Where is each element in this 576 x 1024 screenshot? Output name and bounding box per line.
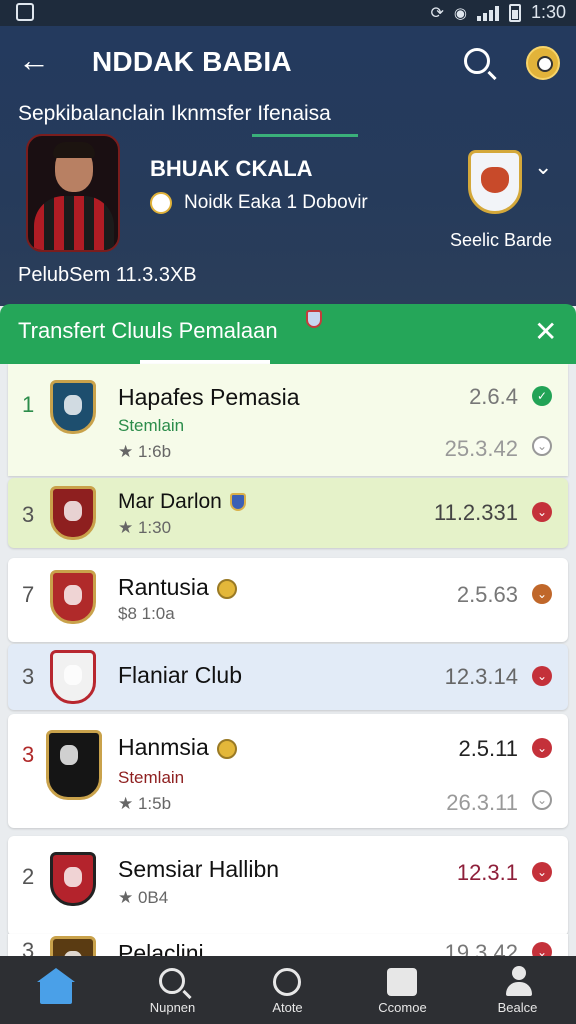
nav-item-profile[interactable]: Bealce <box>460 956 575 1024</box>
status-time: 1:30 <box>530 2 566 22</box>
value-secondary: 26.3.11 <box>446 790 518 815</box>
player-club: Noidk Eaka 1 Dobovir <box>184 192 368 213</box>
club-name: Flaniar Club <box>118 662 242 688</box>
player-photo <box>26 134 120 252</box>
club-meta: ★ 0B4 <box>118 888 169 907</box>
value-secondary: 25.3.42 <box>444 436 518 461</box>
list-item[interactable]: 2 Semsiar Hallibn ★ 0B4 12.3.1 ⌄ <box>8 836 568 936</box>
club-name: Rantusia <box>118 574 237 601</box>
rank: 3 <box>22 742 35 767</box>
club-meta: ★ 1:5b <box>118 794 172 813</box>
search-icon <box>159 968 185 994</box>
club-ball-icon[interactable] <box>526 46 560 80</box>
value-primary: 2.5.63 <box>456 582 518 607</box>
list-item[interactable]: 1 Hapafes Pemasia Stemlain ★ 1:6b 2.6.4 … <box>8 364 568 476</box>
nav-label: Nupnen <box>149 1000 196 1015</box>
club-subtitle: Stemlain <box>118 768 185 787</box>
rank: 2 <box>22 864 35 889</box>
user-icon <box>504 966 532 998</box>
club-crest-icon <box>50 380 96 434</box>
list-item[interactable]: 7 Rantusia $8 1:0a 2.5.63 ⌄ <box>8 558 568 642</box>
back-arrow-icon[interactable]: ← <box>18 44 50 76</box>
club-crest-icon <box>46 730 102 800</box>
club-name: Semsiar Hallibn <box>118 856 280 882</box>
bottom-nav: Nupnen Atote Ccomoe Bealce <box>0 956 576 1024</box>
value-primary: 2.6.4 <box>469 384 518 409</box>
club-meta: ★ 1:6b <box>118 442 172 461</box>
nav-item-search[interactable]: Nupnen <box>115 956 230 1024</box>
sync-icon: ⟳ <box>430 4 444 22</box>
page-title: NDDAK BABIA <box>92 46 292 77</box>
subtitle-underline <box>252 134 358 137</box>
rank: 3 <box>22 664 35 689</box>
transfer-clubs-sheet-header: Transfert Cluuls Pemalaan ✕ <box>0 304 576 364</box>
value-primary: 12.3.1 <box>456 860 518 885</box>
close-icon[interactable]: ✕ <box>534 318 557 346</box>
value-primary: 11.2.331 <box>433 500 518 525</box>
club-crest-icon <box>50 486 96 540</box>
check-icon[interactable]: ✓ <box>532 386 552 406</box>
notification-icon <box>16 3 34 21</box>
chevron-down-icon[interactable]: ⌄ <box>532 436 552 456</box>
chevron-down-icon[interactable]: ⌄ <box>532 738 552 758</box>
chat-icon <box>273 968 301 996</box>
club-meta: ★ 1:30 <box>118 518 172 537</box>
club-name: Hanmsia <box>118 734 237 761</box>
chevron-down-icon[interactable]: ⌄ <box>532 862 552 882</box>
sheet-title: Transfert Cluuls Pemalaan <box>18 318 278 343</box>
status-bar: ⟳ ◉ 1:30 <box>0 0 576 26</box>
club-meta: $8 1:0a <box>118 604 175 623</box>
header-subtitle: Sepkibalanclain Iknmsfer Ifenaisa <box>18 102 331 125</box>
nav-item-chat[interactable]: Atote <box>230 956 345 1024</box>
signal-icon <box>476 5 499 21</box>
box-icon <box>387 968 417 996</box>
player-club-icon <box>150 192 172 214</box>
chevron-down-icon[interactable]: ⌄ <box>532 790 552 810</box>
small-crest-icon <box>229 493 246 512</box>
club-name: Hapafes Pemasia <box>118 384 300 410</box>
club-crest-icon <box>50 650 96 704</box>
player-price: PelubSem 11.3.3XB <box>18 264 197 286</box>
value-primary: 12.3.14 <box>444 664 518 689</box>
battery-icon <box>508 3 521 22</box>
nav-item-home[interactable] <box>0 956 115 1024</box>
search-icon[interactable] <box>464 48 490 74</box>
chevron-down-icon[interactable]: ⌄ <box>532 502 552 522</box>
value-primary: 2.5.11 <box>458 736 518 761</box>
nav-label: Atote <box>272 1000 303 1015</box>
nav-label: Bealce <box>497 1000 538 1015</box>
destination-crest[interactable] <box>468 150 522 214</box>
chevron-down-icon[interactable]: ⌄ <box>532 666 552 686</box>
wifi-icon: ◉ <box>453 4 467 22</box>
club-ball-icon <box>216 578 237 599</box>
nav-label: Ccomoe <box>378 1000 427 1015</box>
club-crest-icon <box>50 570 96 624</box>
list-item[interactable]: 3 Flaniar Club 12.3.14 ⌄ <box>8 644 568 710</box>
destination-club-name: Seelic Barde <box>450 230 553 250</box>
club-name: Mar Darlon <box>118 490 246 514</box>
club-ball-icon <box>216 738 237 759</box>
home-icon <box>37 968 75 1004</box>
list-item[interactable]: 3 Mar Darlon ★ 1:30 11.2.331 ⌄ <box>8 478 568 548</box>
chevron-down-icon[interactable]: ⌄ <box>534 154 552 180</box>
header: ← NDDAK BABIA Sepkibalanclain Iknmsfer I… <box>0 26 576 306</box>
player-name: BHUAK CKALA <box>150 156 313 181</box>
rank: 1 <box>22 392 35 417</box>
club-subtitle: Stemlain <box>118 416 185 435</box>
club-crest-icon <box>50 852 96 906</box>
status-icons: ⟳ ◉ 1:30 <box>430 2 566 23</box>
list-item[interactable]: 3 Hanmsia Stemlain ★ 1:5b 2.5.11 26.3.11… <box>8 714 568 828</box>
small-crest-icon <box>306 310 322 328</box>
nav-item-box[interactable]: Ccomoe <box>345 956 460 1024</box>
rank: 3 <box>22 502 35 527</box>
chevron-down-icon[interactable]: ⌄ <box>532 584 552 604</box>
rank: 7 <box>22 582 35 607</box>
